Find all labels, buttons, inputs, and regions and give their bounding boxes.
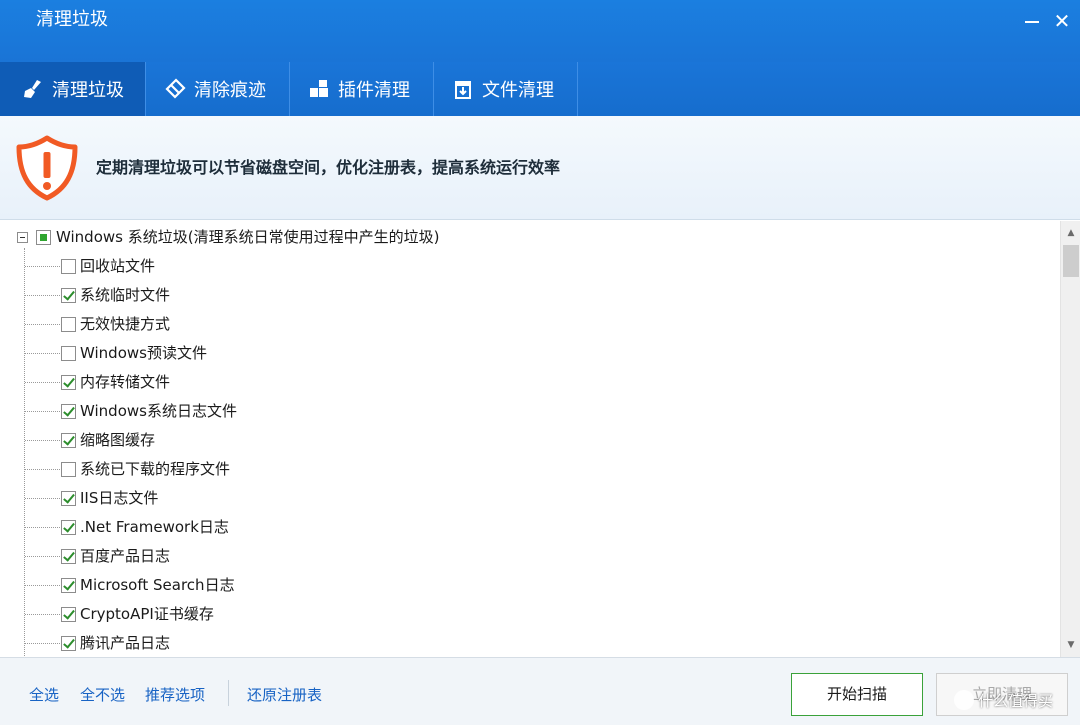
item-label: 系统已下载的程序文件 [80, 460, 231, 478]
tab-bar: 清理垃圾 清除痕迹 插件清理 文件清理 [0, 62, 1080, 116]
select-none-link[interactable]: 全不选 [80, 685, 125, 705]
root-checkbox[interactable] [36, 230, 51, 245]
item-checkbox[interactable] [61, 607, 76, 622]
item-checkbox[interactable] [61, 462, 76, 477]
banner-message: 定期清理垃圾可以节省磁盘空间，优化注册表，提高系统运行效率 [96, 158, 561, 177]
item-checkbox[interactable] [61, 259, 76, 274]
item-label: 内存转储文件 [80, 373, 171, 391]
item-label: IIS日志文件 [80, 489, 159, 507]
item-checkbox[interactable] [61, 288, 76, 303]
start-scan-button[interactable]: 开始扫描 [791, 673, 923, 716]
item-checkbox[interactable] [61, 549, 76, 564]
item-checkbox[interactable] [61, 375, 76, 390]
tab-label: 文件清理 [482, 80, 554, 101]
tree-branch-line [25, 556, 60, 557]
item-checkbox[interactable] [61, 404, 76, 419]
item-label: 回收站文件 [80, 257, 156, 275]
tree-branch-line [25, 614, 60, 615]
tree-guide-line [24, 248, 25, 657]
item-label: Windows系统日志文件 [80, 402, 237, 420]
tree-root-label: Windows 系统垃圾(清理系统日常使用过程中产生的垃圾) [56, 228, 440, 246]
item-checkbox[interactable] [61, 636, 76, 651]
tree-branch-line [25, 498, 60, 499]
tree-branch-line [25, 295, 60, 296]
item-checkbox[interactable] [61, 317, 76, 332]
collapse-toggle-icon[interactable] [17, 232, 28, 243]
tab-label: 插件清理 [338, 80, 410, 101]
tree-branch-line [25, 266, 60, 267]
title-bar: 清理垃圾 ✕ [0, 0, 1080, 62]
watermark-text: 什么值得买 [978, 691, 1054, 710]
recommended-options-link[interactable]: 推荐选项 [145, 685, 205, 705]
info-banner: 定期清理垃圾可以节省磁盘空间，优化注册表，提高系统运行效率 [0, 116, 1080, 220]
tab-file-cleanup[interactable]: 文件清理 [434, 62, 578, 116]
tree-branch-line [25, 585, 60, 586]
minimize-icon [1025, 21, 1039, 23]
tree-branch-line [25, 527, 60, 528]
restore-registry-link[interactable]: 还原注册表 [247, 685, 322, 705]
tree-branch-line [25, 440, 60, 441]
tree-branch-line [25, 324, 60, 325]
warning-shield-icon [16, 135, 78, 201]
item-label: 系统临时文件 [80, 286, 171, 304]
item-checkbox[interactable] [61, 520, 76, 535]
tree-branch-line [25, 411, 60, 412]
item-label: CryptoAPI证书缓存 [80, 605, 214, 623]
plugin-icon [308, 78, 330, 100]
item-label: .Net Framework日志 [80, 518, 229, 536]
close-icon: ✕ [1053, 9, 1071, 33]
item-label: Windows预读文件 [80, 344, 207, 362]
vertical-scrollbar[interactable]: ▲ ▼ [1060, 221, 1080, 657]
item-label: 百度产品日志 [80, 547, 171, 565]
tab-clear-traces[interactable]: 清除痕迹 [146, 62, 290, 116]
trash-bin-icon [452, 78, 474, 100]
tree-branch-line [25, 469, 60, 470]
item-label: 腾讯产品日志 [80, 634, 171, 652]
tab-plugin-cleanup[interactable]: 插件清理 [290, 62, 434, 116]
item-label: 缩略图缓存 [80, 431, 156, 449]
tab-label: 清除痕迹 [194, 80, 266, 101]
tree-branch-line [25, 382, 60, 383]
item-label: Microsoft Search日志 [80, 576, 235, 594]
window-title: 清理垃圾 [36, 9, 108, 30]
item-checkbox[interactable] [61, 578, 76, 593]
tab-label: 清理垃圾 [52, 80, 124, 101]
minimize-button[interactable] [1019, 10, 1045, 32]
footer-divider [228, 680, 229, 706]
junk-tree: Windows 系统垃圾(清理系统日常使用过程中产生的垃圾) 回收站文件系统临时… [0, 221, 1062, 657]
scroll-down-arrow-icon[interactable]: ▼ [1061, 635, 1080, 655]
item-checkbox[interactable] [61, 491, 76, 506]
close-button[interactable]: ✕ [1049, 10, 1075, 32]
tree-branch-line [25, 643, 60, 644]
select-all-link[interactable]: 全选 [29, 685, 59, 705]
scroll-thumb[interactable] [1063, 245, 1079, 277]
tab-clean-junk[interactable]: 清理垃圾 [0, 62, 146, 116]
footer-bar: 全选 全不选 推荐选项 还原注册表 开始扫描 立即清理 [0, 657, 1080, 725]
scroll-up-arrow-icon[interactable]: ▲ [1061, 223, 1080, 243]
item-checkbox[interactable] [61, 433, 76, 448]
eraser-icon [164, 78, 186, 100]
item-checkbox[interactable] [61, 346, 76, 361]
watermark-logo-icon [954, 690, 974, 710]
item-label: 无效快捷方式 [80, 315, 171, 333]
site-watermark: 什么值得买 [954, 688, 1053, 712]
tree-branch-line [25, 353, 60, 354]
broom-icon [22, 78, 44, 100]
